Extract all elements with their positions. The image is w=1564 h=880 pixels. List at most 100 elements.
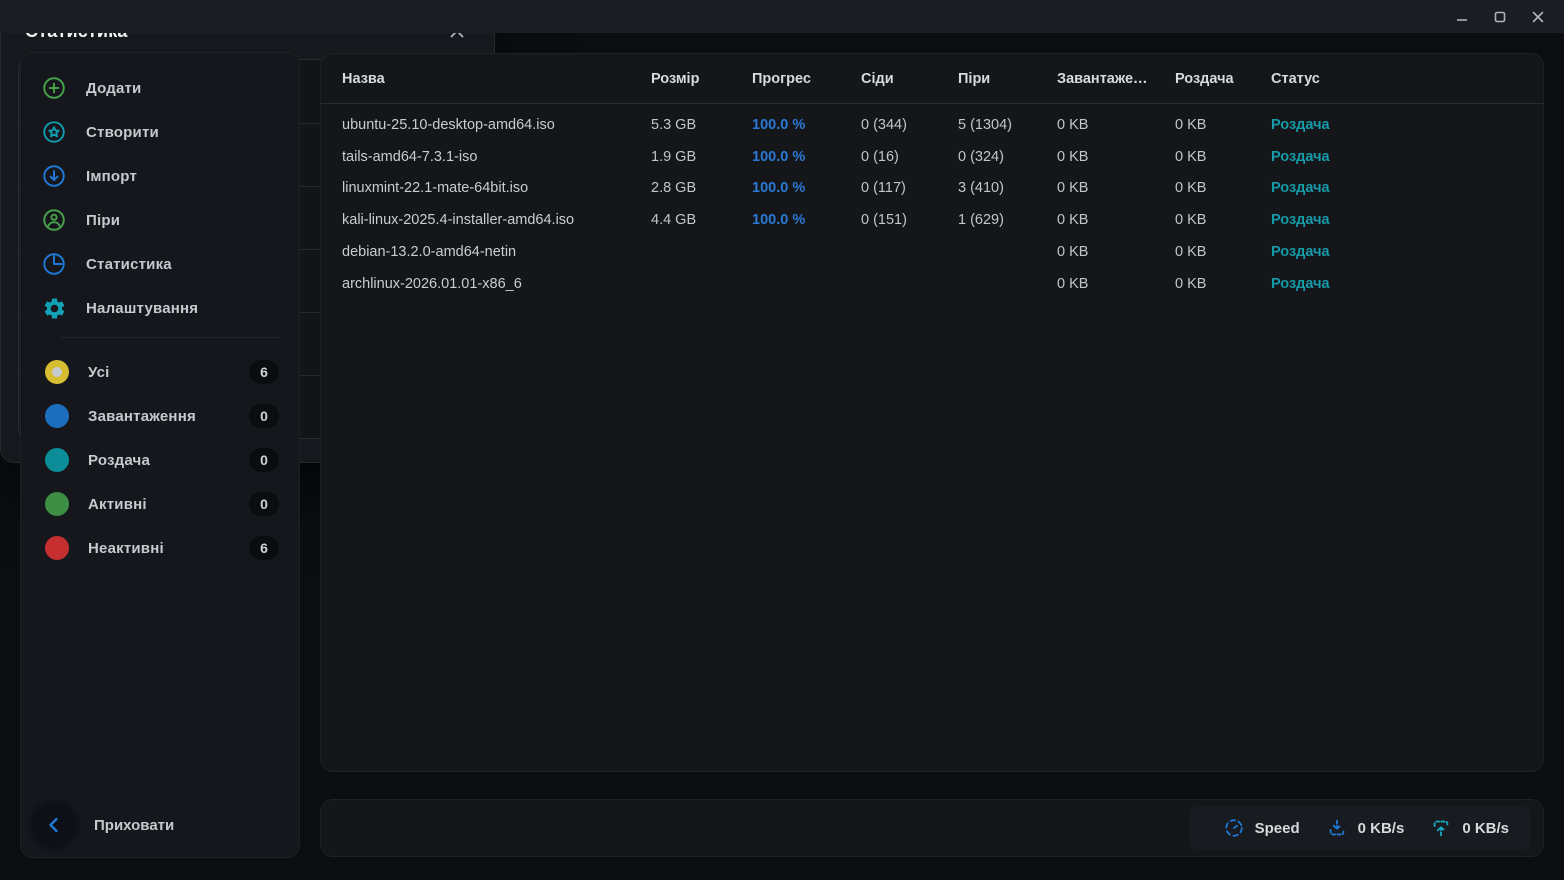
sidebar-item-label: Налаштування [86, 300, 198, 317]
cell-downloaded: 0 KB [1057, 276, 1175, 292]
gear-icon [41, 295, 67, 321]
filter-item-all[interactable]: Усі 6 [21, 350, 299, 394]
col-header-size[interactable]: Розмір [651, 71, 752, 87]
filter-label: Завантаження [88, 408, 196, 425]
cell-status: Роздача [1271, 149, 1543, 165]
sidebar-item-import[interactable]: Імпорт [21, 154, 299, 198]
cell-uploaded: 0 KB [1175, 180, 1271, 196]
speed-group: Speed 0 KB/s 0 KB/s [1189, 806, 1531, 850]
filter-item-inactive[interactable]: Неактивні 6 [21, 526, 299, 570]
pie-chart-icon [41, 251, 67, 277]
cell-uploaded: 0 KB [1175, 244, 1271, 260]
cell-seeds: 0 (151) [861, 212, 958, 228]
col-header-downloaded[interactable]: Завантаже… [1057, 71, 1175, 87]
col-header-name[interactable]: Назва [342, 71, 651, 87]
cell-progress: 100.0 % [752, 149, 861, 165]
cell-progress: 100.0 % [752, 180, 861, 196]
table-row[interactable]: tails-amd64-7.3.1-iso 1.9 GB 100.0 % 0 (… [321, 141, 1543, 173]
upload-speed-icon [1430, 817, 1452, 839]
cell-status: Роздача [1271, 180, 1543, 196]
sidebar-item-label: Статистика [86, 256, 172, 273]
maximize-icon[interactable] [1488, 5, 1512, 29]
cell-size: 2.8 GB [651, 180, 752, 196]
cell-name: ubuntu-25.10-desktop-amd64.iso [342, 117, 651, 133]
col-header-seeds[interactable]: Сіди [861, 71, 958, 87]
filter-label: Активні [88, 496, 147, 513]
cell-status: Роздача [1271, 244, 1543, 260]
table-row[interactable]: ubuntu-25.10-desktop-amd64.iso 5.3 GB 10… [321, 109, 1543, 141]
table-body: ubuntu-25.10-desktop-amd64.iso 5.3 GB 10… [321, 104, 1543, 300]
col-header-uploaded[interactable]: Роздача [1175, 71, 1271, 87]
torrent-table-panel: Назва Розмір Прогрес Сіди Піри Завантаже… [320, 53, 1544, 772]
cell-seeds: 0 (117) [861, 180, 958, 196]
filter-label: Неактивні [88, 540, 164, 557]
sidebar-item-add[interactable]: Додати [21, 66, 299, 110]
cell-downloaded: 0 KB [1057, 244, 1175, 260]
filter-dot-red-icon [45, 536, 69, 560]
cell-downloaded: 0 KB [1057, 180, 1175, 196]
col-header-status[interactable]: Статус [1271, 71, 1543, 87]
col-header-progress[interactable]: Прогрес [752, 71, 861, 87]
plus-circle-icon [41, 75, 67, 101]
close-icon[interactable] [1526, 5, 1550, 29]
table-row[interactable]: debian-13.2.0-amd64-netin 0 KB 0 KB Розд… [321, 236, 1543, 268]
cell-peers: 5 (1304) [958, 117, 1057, 133]
filter-dot-green-icon [45, 492, 69, 516]
cell-peers: 3 (410) [958, 180, 1057, 196]
sidebar: Додати Створити Імпорт Піри Статистика [20, 52, 300, 858]
sidebar-item-settings[interactable]: Налаштування [21, 286, 299, 330]
cell-progress: 100.0 % [752, 117, 861, 133]
chevron-left-icon [27, 798, 81, 852]
table-row[interactable]: kali-linux-2025.4-installer-amd64.iso 4.… [321, 204, 1543, 236]
filter-dot-teal-icon [45, 448, 69, 472]
cell-progress: 100.0 % [752, 212, 861, 228]
sidebar-item-statistics[interactable]: Статистика [21, 242, 299, 286]
table-row[interactable]: archlinux-2026.01.01-x86_6 0 KB 0 KB Роз… [321, 268, 1543, 300]
cell-size: 1.9 GB [651, 149, 752, 165]
cell-status: Роздача [1271, 276, 1543, 292]
collapse-sidebar-button[interactable]: Приховати [21, 797, 299, 853]
cell-status: Роздача [1271, 212, 1543, 228]
cell-name: linuxmint-22.1-mate-64bit.iso [342, 180, 651, 196]
download-speed-icon [1326, 817, 1348, 839]
filter-count-badge: 0 [249, 404, 279, 428]
cell-uploaded: 0 KB [1175, 149, 1271, 165]
filter-count-badge: 0 [249, 448, 279, 472]
speed-toggle[interactable]: Speed [1223, 817, 1300, 839]
cell-seeds: 0 (344) [861, 117, 958, 133]
filter-dot-yellow-icon [45, 360, 69, 384]
sidebar-item-label: Створити [86, 124, 159, 141]
cell-name: kali-linux-2025.4-installer-amd64.iso [342, 212, 651, 228]
cell-name: archlinux-2026.01.01-x86_6 [342, 276, 651, 292]
cell-seeds: 0 (16) [861, 149, 958, 165]
table-row[interactable]: linuxmint-22.1-mate-64bit.iso 2.8 GB 100… [321, 173, 1543, 205]
filter-dot-blue-icon [45, 404, 69, 428]
download-speed: 0 KB/s [1326, 817, 1405, 839]
sidebar-item-create[interactable]: Створити [21, 110, 299, 154]
collapse-label: Приховати [94, 817, 174, 834]
sidebar-item-peers[interactable]: Піри [21, 198, 299, 242]
col-header-peers[interactable]: Піри [958, 71, 1057, 87]
cell-downloaded: 0 KB [1057, 212, 1175, 228]
user-circle-icon [41, 207, 67, 233]
sidebar-item-label: Піри [86, 212, 120, 229]
cell-uploaded: 0 KB [1175, 212, 1271, 228]
sidebar-item-label: Імпорт [86, 168, 137, 185]
sidebar-nav: Додати Створити Імпорт Піри Статистика [21, 53, 299, 330]
minimize-icon[interactable] [1450, 5, 1474, 29]
filter-label: Роздача [88, 452, 150, 469]
star-circle-icon [41, 119, 67, 145]
download-speed-value: 0 KB/s [1358, 820, 1405, 837]
filter-count-badge: 6 [249, 536, 279, 560]
cell-downloaded: 0 KB [1057, 117, 1175, 133]
filter-item-seeding[interactable]: Роздача 0 [21, 438, 299, 482]
statusbar: Speed 0 KB/s 0 KB/s [320, 799, 1544, 857]
cell-size: 5.3 GB [651, 117, 752, 133]
filter-item-active[interactable]: Активні 0 [21, 482, 299, 526]
upload-speed-value: 0 KB/s [1462, 820, 1509, 837]
filter-count-badge: 0 [249, 492, 279, 516]
sidebar-filters: Усі 6 Завантаження 0 Роздача 0 Активні 0… [21, 338, 299, 570]
filter-item-downloading[interactable]: Завантаження 0 [21, 394, 299, 438]
cell-uploaded: 0 KB [1175, 276, 1271, 292]
table-header: Назва Розмір Прогрес Сіди Піри Завантаже… [321, 54, 1543, 104]
